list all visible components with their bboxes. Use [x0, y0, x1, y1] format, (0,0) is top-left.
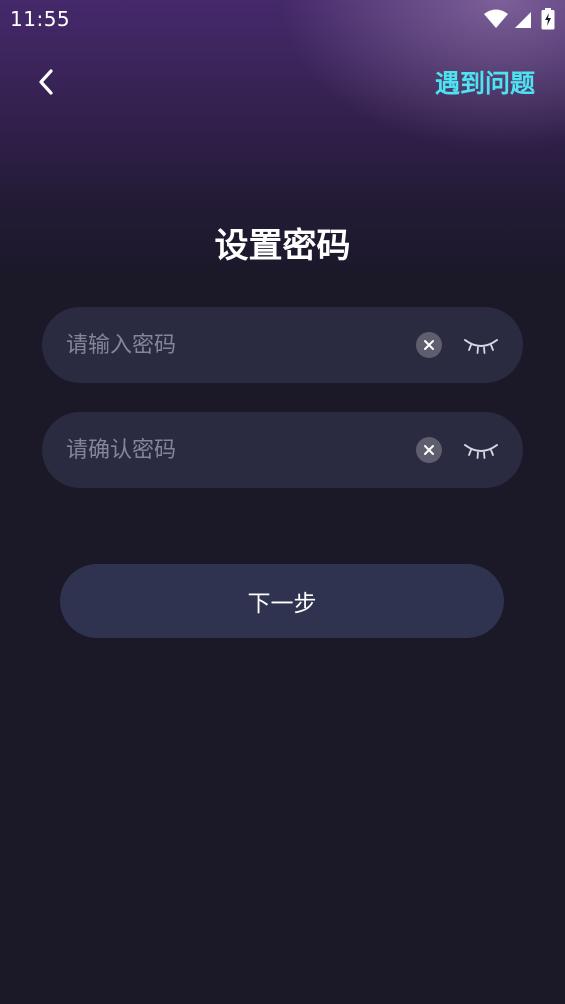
status-time: 11:55 — [10, 7, 71, 31]
clear-password-button[interactable] — [416, 332, 442, 358]
password-input[interactable] — [66, 307, 396, 383]
wifi-icon — [483, 9, 509, 29]
background-gradient — [0, 0, 565, 1004]
eye-closed-icon — [464, 339, 498, 354]
help-link[interactable]: 遇到问题 — [435, 64, 535, 100]
toggle-password-visibility-button[interactable] — [462, 331, 500, 359]
next-button[interactable]: 下一步 — [60, 564, 504, 638]
battery-charging-icon — [541, 8, 555, 30]
status-icons — [483, 8, 555, 30]
close-icon — [424, 340, 434, 350]
toggle-confirm-password-visibility-button[interactable] — [462, 436, 500, 464]
back-button[interactable] — [26, 62, 66, 102]
clear-confirm-password-button[interactable] — [416, 437, 442, 463]
page-title: 设置密码 — [214, 226, 351, 266]
status-bar: 11:55 — [0, 0, 565, 38]
confirm-password-field — [42, 412, 523, 488]
next-button-label: 下一步 — [247, 591, 317, 617]
password-field — [42, 307, 523, 383]
signal-icon — [513, 9, 533, 29]
eye-closed-icon — [464, 444, 498, 459]
chevron-left-icon — [39, 69, 53, 95]
close-icon — [424, 445, 434, 455]
confirm-password-input[interactable] — [66, 412, 396, 488]
